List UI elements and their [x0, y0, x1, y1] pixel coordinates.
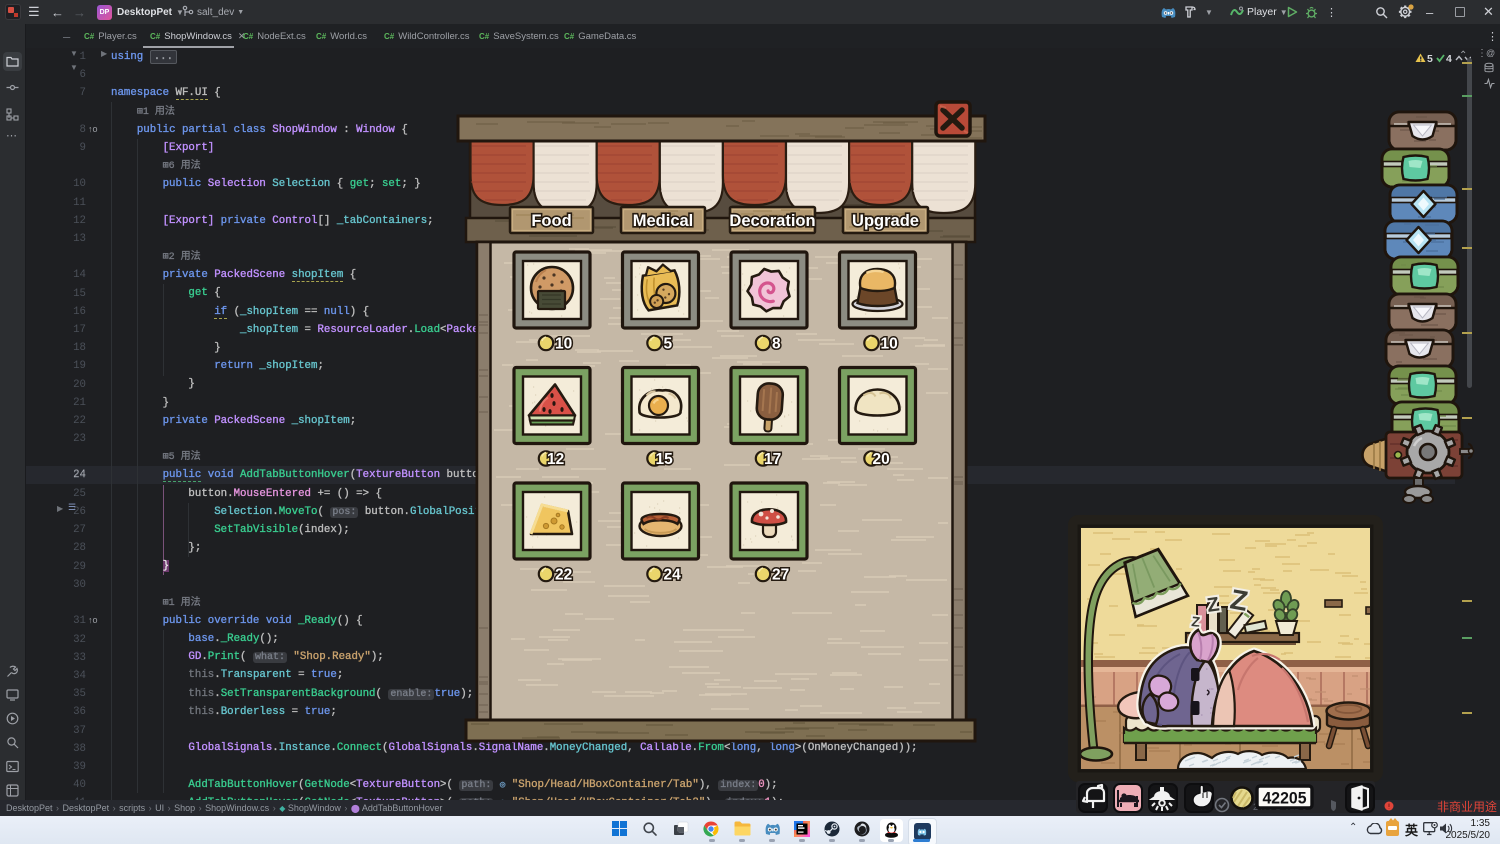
svg-text:5: 5: [1427, 53, 1433, 64]
svg-text:4: 4: [1446, 53, 1452, 64]
